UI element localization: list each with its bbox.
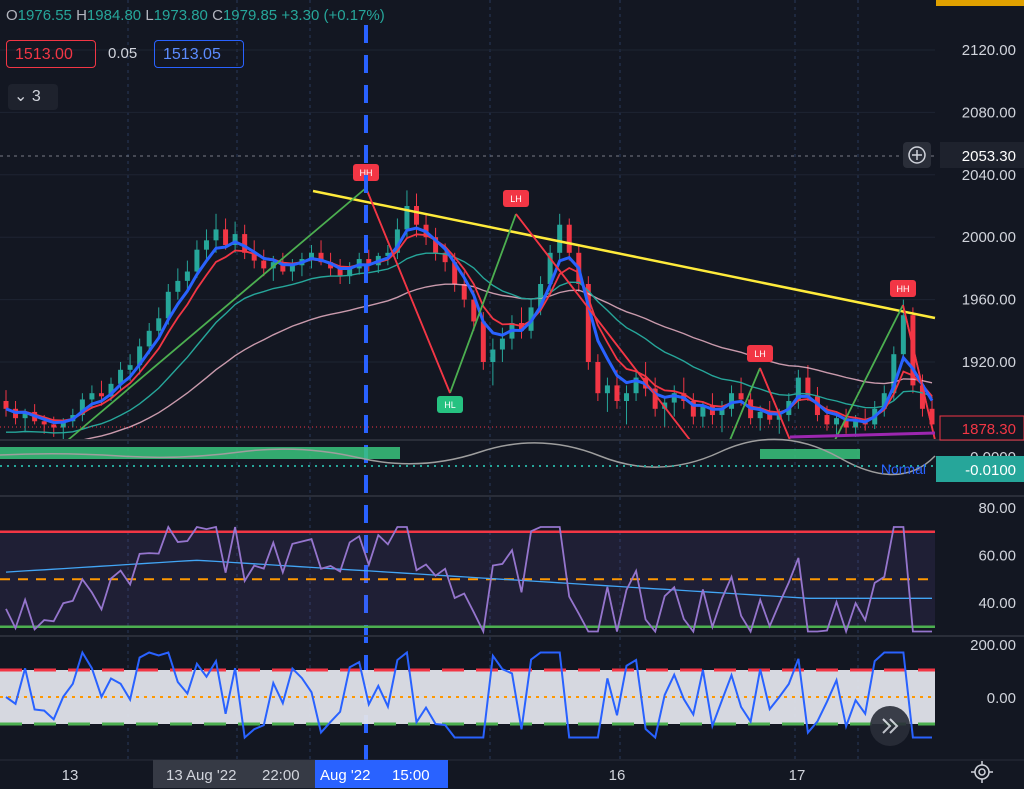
close-value: 1979.85	[222, 7, 278, 24]
open-value: 1976.55	[17, 7, 72, 24]
rsi-tick-label: 60.00	[978, 548, 1016, 565]
zigzag-label: HH	[897, 284, 910, 294]
close-label: C	[212, 7, 223, 24]
chevron-down-icon: ⌄	[14, 88, 28, 105]
time-selected-label: 15:00	[392, 767, 430, 784]
candle-body	[566, 224, 572, 253]
buy-button[interactable]: 1513.05	[154, 40, 244, 68]
candle-body	[261, 260, 267, 269]
candle-body	[51, 424, 57, 428]
candle-body	[175, 280, 181, 292]
candle-body	[213, 229, 219, 241]
oscillator-band	[760, 449, 860, 459]
indicator-count: 3	[31, 88, 41, 105]
zigzag-label: LH	[510, 194, 522, 204]
price-tick-label: 1920.00	[962, 354, 1016, 371]
high-value: 1984.80	[86, 7, 142, 24]
indicators-collapse-button[interactable]: ⌄ 3	[8, 84, 58, 110]
candle-body	[194, 249, 200, 272]
price-tick-label: 2000.00	[962, 229, 1016, 246]
time-hover-label: 13 Aug '22	[166, 767, 236, 784]
time-tick-label: 13	[62, 767, 79, 784]
candle-body	[595, 362, 601, 394]
candle-body	[614, 385, 620, 401]
price-tick-label: 2080.00	[962, 104, 1016, 121]
last-price-label: 1878.30	[962, 421, 1016, 438]
ohlc-legend: O1976.55 H1984.80 L1973.80 C1979.85 +3.3…	[6, 7, 385, 24]
price-tick-label: 2120.00	[962, 42, 1016, 59]
candle-body	[499, 338, 505, 350]
low-value: 1973.80	[153, 7, 208, 24]
candle-body	[413, 206, 419, 225]
candle-body	[184, 271, 190, 281]
spread-value: 0.05	[108, 45, 138, 62]
candle-body	[127, 365, 133, 370]
candle-body	[557, 224, 563, 253]
time-tick-label: 17	[789, 767, 806, 784]
time-selected-label: Aug '22	[320, 767, 370, 784]
rsi-tick-label: 40.00	[978, 595, 1016, 612]
candle-body	[738, 393, 744, 400]
osc-value-label: -0.0100	[965, 462, 1016, 479]
candle-body	[3, 401, 9, 409]
open-label: O	[6, 7, 18, 24]
gear-icon	[971, 761, 993, 783]
chart-canvas[interactable]: HHHLLHLHHH2120.002080.002040.002000.0019…	[0, 0, 1024, 788]
candle-body	[824, 415, 830, 425]
candle-body	[223, 229, 229, 245]
candle-body	[41, 421, 47, 425]
osc-mode-label: Normal	[881, 461, 926, 477]
time-hover-label: 22:00	[262, 767, 300, 784]
candle-body	[900, 315, 906, 355]
high-label: H	[76, 7, 87, 24]
double-chevron-right-icon	[882, 718, 899, 734]
crosshair-price-label: 2053.30	[962, 148, 1016, 165]
candle-body	[242, 234, 248, 253]
candle-body	[604, 385, 610, 394]
scroll-to-realtime-button[interactable]	[870, 706, 910, 746]
time-tick-label: 16	[609, 767, 626, 784]
settings-button[interactable]	[970, 760, 994, 784]
change-value: +3.30 (+0.17%)	[281, 7, 385, 24]
zigzag-label: HL	[444, 400, 456, 410]
price-tick-label: 1960.00	[962, 292, 1016, 309]
candle-body	[480, 321, 486, 362]
plus-circle-icon	[908, 146, 926, 164]
cci-tick-label: 200.00	[970, 637, 1016, 654]
candle-body	[461, 284, 467, 300]
candle-body	[834, 418, 840, 425]
candle-body	[98, 393, 104, 397]
candle-body	[146, 330, 152, 347]
price-tick-label: 2040.00	[962, 167, 1016, 184]
candle-body	[156, 318, 162, 331]
candle-body	[203, 240, 209, 250]
low-label: L	[145, 7, 154, 24]
rsi-tick-label: 80.00	[978, 500, 1016, 517]
zigzag-label: LH	[754, 349, 766, 359]
add-crosshair-button[interactable]	[903, 142, 931, 168]
candle-body	[89, 393, 95, 400]
candle-body	[757, 411, 763, 419]
cci-tick-label: 0.00	[987, 690, 1016, 707]
candle-body	[624, 393, 630, 401]
sell-button[interactable]: 1513.00	[6, 40, 96, 68]
top-right-edge	[936, 0, 1024, 6]
candle-body	[490, 349, 496, 362]
candle-body	[853, 421, 859, 428]
